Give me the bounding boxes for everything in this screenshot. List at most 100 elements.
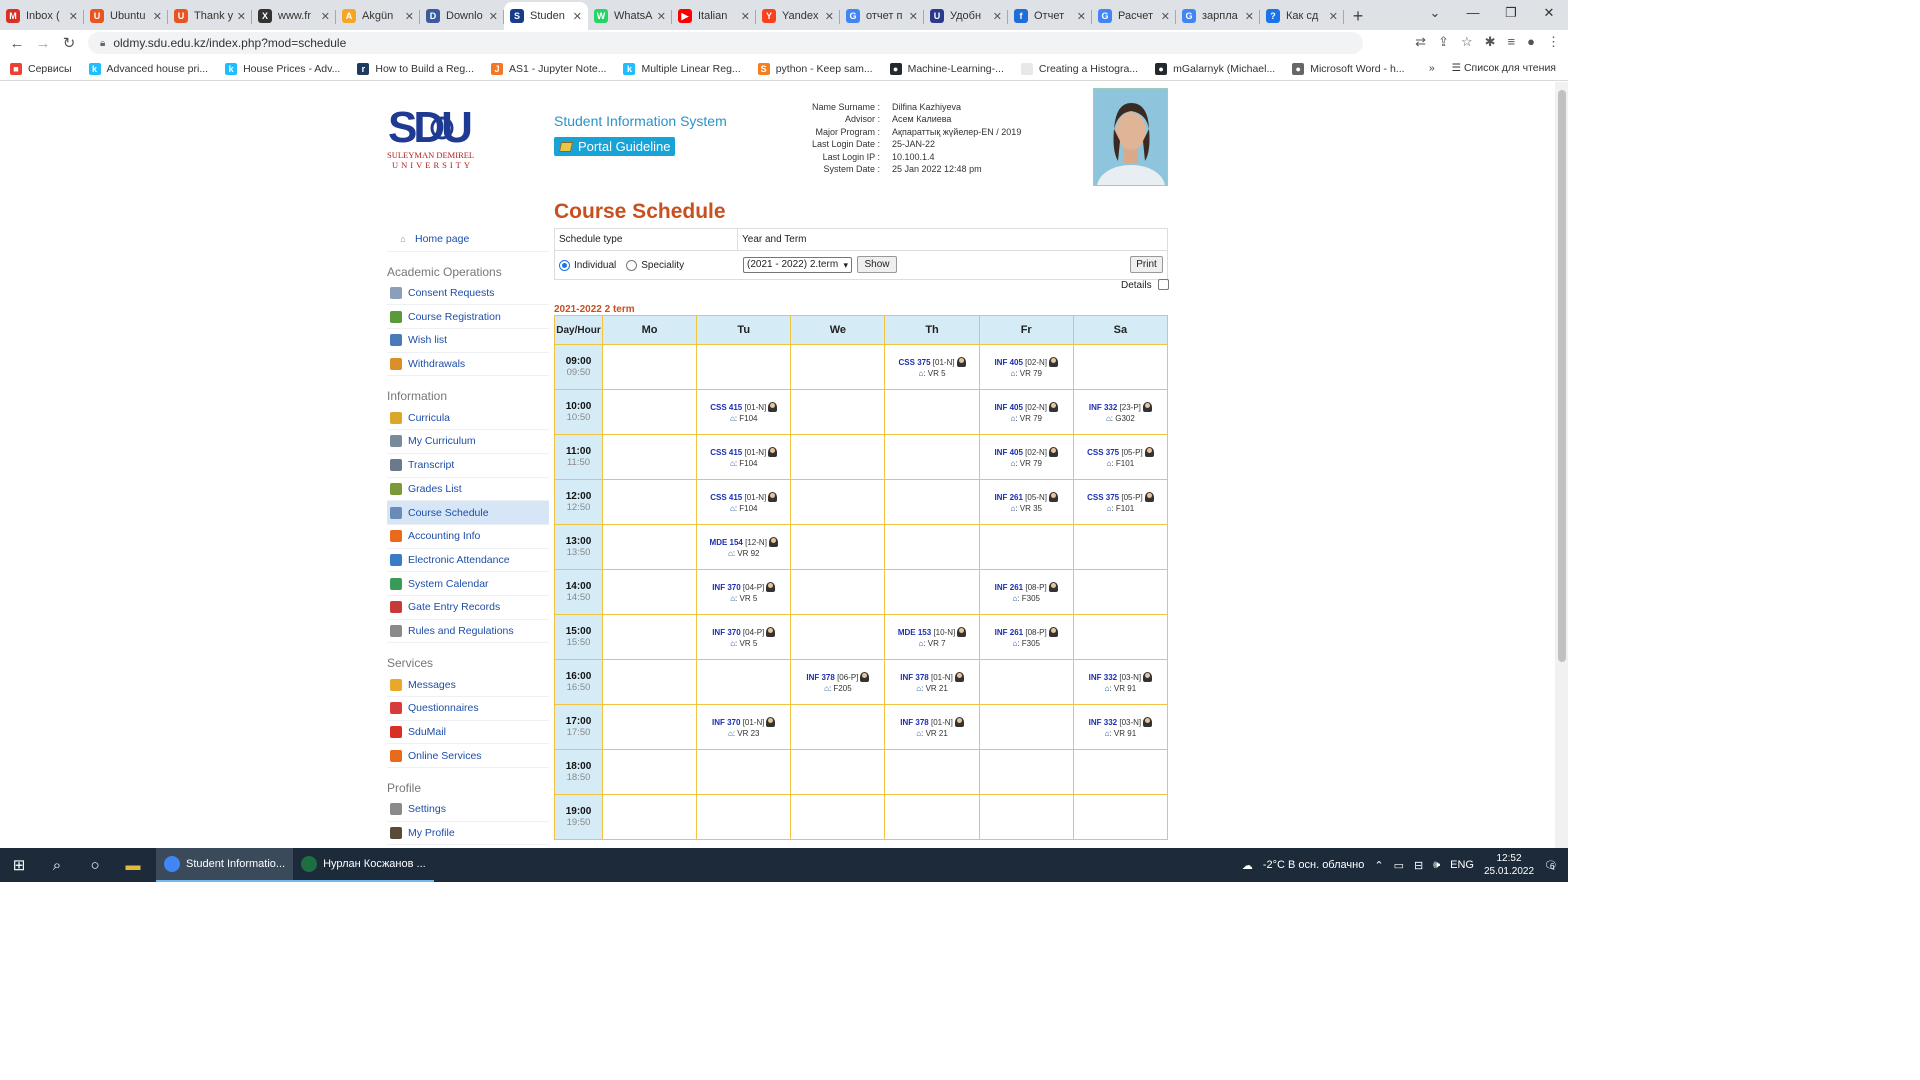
tab-close-icon[interactable]: ✕ [741, 10, 750, 23]
teacher-icon[interactable] [768, 446, 778, 457]
bookmark-item[interactable]: ● Machine-Learning-... [889, 62, 1004, 75]
tab-close-icon[interactable]: ✕ [1329, 10, 1338, 23]
teacher-icon[interactable] [1048, 626, 1058, 637]
new-tab-button[interactable]: + [1344, 2, 1372, 30]
file-explorer-icon[interactable]: ▬ [114, 848, 152, 882]
browser-tab[interactable]: U Thank y ✕ [168, 2, 252, 30]
schedule-cell[interactable]: INF 261 [05-N] ⌂: VR 35 [978, 479, 1074, 525]
tab-close-icon[interactable]: ✕ [405, 10, 414, 23]
teacher-icon[interactable] [954, 671, 964, 682]
teacher-icon[interactable] [957, 626, 967, 637]
close-window-button[interactable]: ✕ [1530, 0, 1568, 28]
browser-tab[interactable]: f Отчет ✕ [1008, 2, 1092, 30]
course-code-link[interactable]: INF 405 [994, 358, 1022, 367]
schedule-cell[interactable]: CSS 375 [05-P] ⌂: F101 [1072, 434, 1169, 480]
schedule-cell[interactable]: INF 261 [08-P] ⌂: F305 [978, 569, 1074, 615]
search-icon[interactable]: ⌕ [38, 848, 76, 882]
schedule-cell[interactable]: INF 405 [02-N] ⌂: VR 79 [978, 434, 1074, 480]
volume-icon[interactable]: 🕪︎ [1433, 859, 1440, 872]
schedule-cell[interactable]: INF 405 [02-N] ⌂: VR 79 [978, 389, 1074, 435]
sidebar-item-home[interactable]: ⌂ Home page [387, 228, 549, 252]
sidebar-item-withdrawals[interactable]: Withdrawals [387, 353, 549, 377]
show-button[interactable]: Show [857, 256, 897, 273]
schedule-cell[interactable]: INF 332 [03-N] ⌂: VR 91 [1072, 704, 1169, 750]
tab-close-icon[interactable]: ✕ [237, 10, 246, 23]
schedule-cell[interactable]: CSS 415 [01-N] ⌂: F104 [696, 434, 792, 480]
course-code-link[interactable]: CSS 415 [710, 493, 742, 502]
language-indicator[interactable]: ENG [1450, 859, 1474, 871]
bookmark-item[interactable]: Creating a Histogra... [1020, 62, 1138, 75]
maximize-button[interactable]: ❐ [1492, 0, 1530, 28]
weather-text[interactable]: -2°C В осн. облачно [1263, 859, 1365, 871]
teacher-icon[interactable] [860, 671, 870, 682]
profile-avatar-icon[interactable]: ● [1527, 34, 1535, 50]
course-code-link[interactable]: CSS 375 [1087, 448, 1119, 457]
course-code-link[interactable]: INF 370 [712, 718, 740, 727]
address-bar[interactable]: 🔒︎ oldmy.sdu.edu.kz/index.php?mod=schedu… [88, 32, 1363, 54]
teacher-icon[interactable] [766, 581, 776, 592]
sidebar-item-sdumail[interactable]: SduMail [387, 721, 549, 745]
radio-individual[interactable] [559, 260, 570, 271]
tab-close-icon[interactable]: ✕ [657, 10, 666, 23]
windows-start-icon[interactable]: ⊞ [0, 848, 38, 882]
tray-chevron-icon[interactable]: ⌃ [1374, 859, 1383, 872]
bookmark-item[interactable]: J AS1 - Jupyter Note... [491, 62, 606, 75]
details-checkbox[interactable] [1158, 279, 1170, 290]
schedule-cell[interactable]: INF 378 [01-N] ⌂: VR 21 [884, 704, 980, 750]
tab-search-icon[interactable]: ⌄ [1416, 0, 1454, 28]
schedule-cell[interactable]: INF 261 [08-P] ⌂: F305 [978, 614, 1074, 660]
course-code-link[interactable]: INF 332 [1089, 673, 1117, 682]
page-scrollbar[interactable] [1555, 82, 1568, 848]
sidebar-item-wish-list[interactable]: Wish list [387, 329, 549, 353]
teacher-icon[interactable] [956, 356, 966, 367]
tab-close-icon[interactable]: ✕ [1077, 10, 1086, 23]
schedule-cell[interactable]: INF 332 [23-P] ⌂: G302 [1072, 389, 1169, 435]
course-code-link[interactable]: INF 370 [712, 628, 740, 637]
teacher-icon[interactable] [1048, 491, 1058, 502]
teacher-icon[interactable] [954, 716, 964, 727]
schedule-cell[interactable]: MDE 154 [12-N] ⌂: VR 92 [696, 524, 792, 570]
tab-close-icon[interactable]: ✕ [825, 10, 834, 23]
browser-tab[interactable]: Gзарпла ✕ [1176, 2, 1260, 30]
term-select[interactable]: (2021 - 2022) 2.term ▾ [743, 257, 852, 273]
course-code-link[interactable]: MDE 153 [898, 628, 931, 637]
tab-close-icon[interactable]: ✕ [573, 10, 582, 23]
browser-tab[interactable]: U Удобн ✕ [924, 2, 1008, 30]
sidebar-item-system-calendar[interactable]: System Calendar [387, 572, 549, 596]
browser-tab[interactable]: D Downlo ✕ [420, 2, 504, 30]
tab-close-icon[interactable]: ✕ [1245, 10, 1254, 23]
sidebar-item-transcript[interactable]: Transcript [387, 454, 549, 478]
taskbar-app[interactable]: Student Informatio... [156, 848, 294, 882]
course-code-link[interactable]: INF 378 [900, 673, 928, 682]
browser-tab[interactable]: Y Yandex ✕ [756, 2, 840, 30]
reload-button[interactable]: ↻ [56, 34, 82, 52]
course-code-link[interactable]: INF 405 [994, 448, 1022, 457]
schedule-cell[interactable]: MDE 153 [10-N] ⌂: VR 7 [884, 614, 980, 660]
sidebar-item-questionnaires[interactable]: Questionnaires [387, 697, 549, 721]
bookmark-item[interactable]: ● mGalarnyk (Michael... [1155, 62, 1275, 75]
bookmark-item[interactable]: k House Prices - Adv... [225, 62, 340, 75]
browser-tab[interactable]: ▶ Italian ✕ [672, 2, 756, 30]
tab-close-icon[interactable]: ✕ [153, 10, 162, 23]
browser-tab[interactable]: U Ubuntu ✕ [84, 2, 168, 30]
bookmark-item[interactable]: r How to Build a Reg... [357, 62, 474, 75]
bookmark-item[interactable]: k Advanced house pri... [88, 62, 208, 75]
tab-close-icon[interactable]: ✕ [321, 10, 330, 23]
teacher-icon[interactable] [1144, 446, 1154, 457]
course-code-link[interactable]: CSS 375 [899, 358, 931, 367]
course-code-link[interactable]: CSS 415 [710, 403, 742, 412]
bookmark-item[interactable]: Spython - Keep sam... [757, 62, 873, 75]
clock[interactable]: 12:52 25.01.2022 [1484, 852, 1534, 878]
browser-tab[interactable]: A Akgün ✕ [336, 2, 420, 30]
sidebar-item-my-curriculum[interactable]: My Curriculum [387, 430, 549, 454]
weather-icon[interactable]: ☁ [1242, 859, 1253, 872]
teacher-icon[interactable] [1048, 446, 1058, 457]
teacher-icon[interactable] [1048, 356, 1058, 367]
teacher-icon[interactable] [766, 626, 776, 637]
forward-button[interactable]: → [30, 35, 56, 52]
sidebar-item-gate-entry-records[interactable]: Gate Entry Records [387, 596, 549, 620]
portal-guideline-button[interactable]: Portal Guideline [554, 137, 675, 156]
schedule-cell[interactable]: CSS 375 [01-N] ⌂: VR 5 [884, 344, 980, 390]
browser-tab[interactable]: M Inbox (✕ [0, 2, 84, 30]
sidebar-item-course-registration[interactable]: Course Registration [387, 305, 549, 330]
